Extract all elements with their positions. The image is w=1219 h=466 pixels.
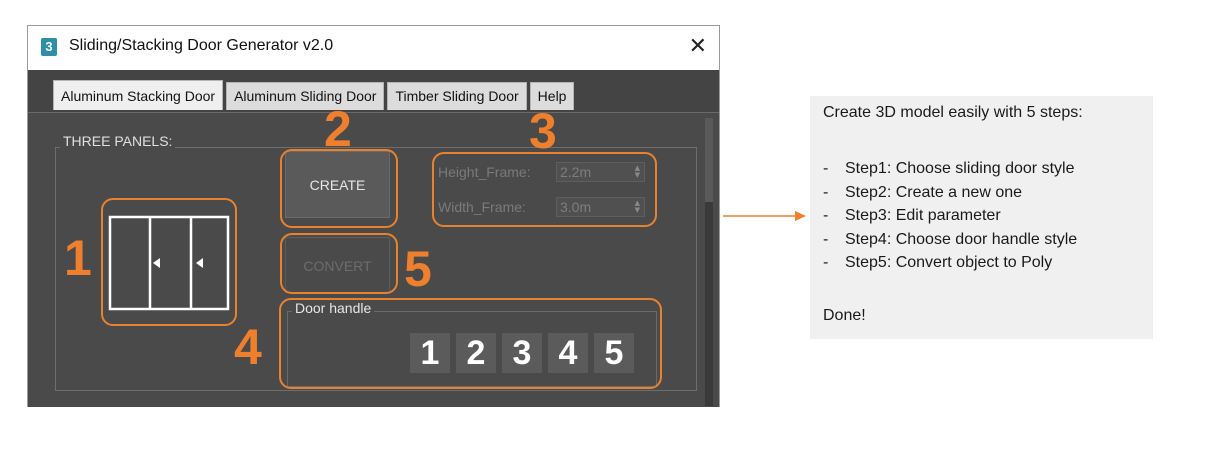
highlight-step-3 — [432, 152, 657, 227]
highlight-step-2 — [280, 149, 398, 228]
title-bar: 3 Sliding/Stacking Door Generator v2.0 ✕ — [28, 26, 719, 70]
panel-scrollbar[interactable] — [705, 118, 713, 406]
list-item: - Step2: Create a new one — [823, 183, 1023, 201]
tab-bar: Aluminum Stacking Door Aluminum Sliding … — [53, 80, 575, 110]
steps-list: - Step1: Choose sliding door style - Step2… — [823, 157, 1077, 275]
highlight-step-1 — [101, 198, 237, 326]
group-label: THREE PANELS: — [60, 133, 176, 149]
arrow-right-icon — [723, 211, 806, 221]
scrollbar-thumb[interactable] — [705, 118, 713, 202]
step-number-4: 4 — [234, 319, 262, 375]
step-number-5: 5 — [404, 241, 432, 297]
step-number-2: 2 — [324, 101, 352, 157]
info-done: Done! — [823, 307, 866, 324]
tab-timber-sliding-door[interactable]: Timber Sliding Door — [387, 82, 527, 110]
step-number-3: 3 — [529, 103, 557, 159]
list-item: - Step5: Convert object to Poly — [823, 254, 1053, 271]
window-title: Sliding/Stacking Door Generator v2.0 — [69, 37, 334, 54]
step-number-1: 1 — [64, 230, 92, 286]
tab-aluminum-sliding-door[interactable]: Aluminum Sliding Door — [226, 82, 385, 110]
tab-aluminum-stacking-door[interactable]: Aluminum Stacking Door — [53, 80, 224, 110]
highlight-step-5 — [280, 233, 398, 294]
close-icon[interactable]: ✕ — [689, 33, 707, 61]
list-item: - Step3: Edit parameter — [823, 207, 1001, 224]
info-title: Create 3D model easily with 5 steps: — [823, 104, 1083, 121]
steps-info-box: Create 3D model easily with 5 steps: - St… — [810, 96, 1153, 339]
highlight-step-4 — [279, 298, 662, 389]
list-item: - Step1: Choose sliding door style — [823, 160, 1075, 177]
app-icon: 3 — [41, 38, 57, 56]
list-item: - Step4: Choose door handle style — [823, 230, 1078, 248]
